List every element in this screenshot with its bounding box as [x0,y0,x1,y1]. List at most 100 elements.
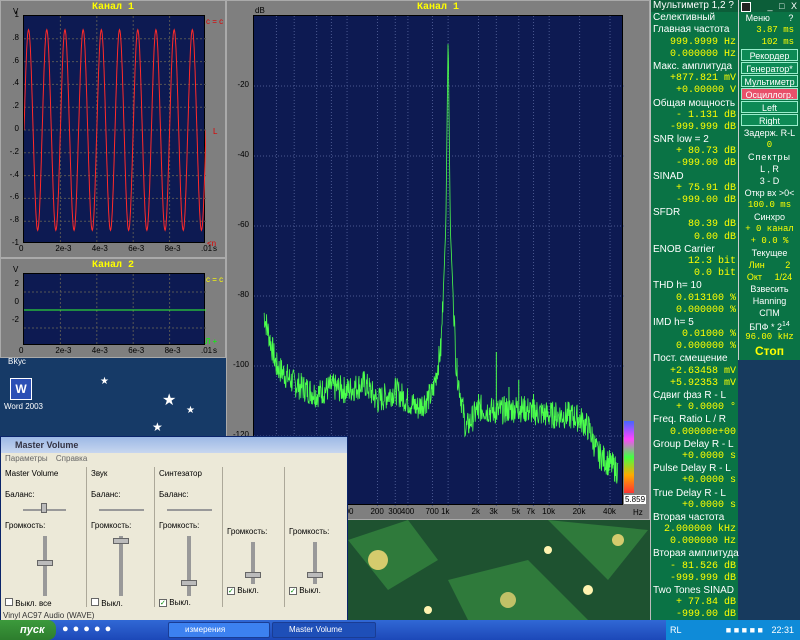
volume-slider[interactable] [245,542,261,584]
slider-thumb[interactable] [307,572,323,578]
volume-slider[interactable] [37,536,53,596]
mute-checkbox[interactable]: ✓ Выкл. [225,584,284,597]
multimeter-header[interactable]: Мультиметр 1,2 ? [651,0,738,13]
meter-value[interactable]: -999.999 dB [651,122,738,134]
channel1-right-label[interactable]: c = c [206,17,223,26]
meter-value[interactable]: 0.000000 Hz [651,536,738,548]
meter-value[interactable]: -999.999 dB [651,573,738,585]
meter-value[interactable]: + 80.73 dB [651,146,738,158]
psd-button[interactable]: СПМ [739,307,800,319]
slider-thumb[interactable] [245,572,261,578]
current-label[interactable]: Текущее [739,247,800,259]
checkbox[interactable] [5,598,13,606]
channel1-plot[interactable] [23,15,207,244]
fft-row[interactable]: БПФ * 214 [739,319,800,332]
start-button[interactable]: пуск [0,620,56,640]
meter-value[interactable]: +0.0000 s [651,475,738,487]
channel1-right-label2[interactable]: <n [207,239,216,248]
mute-all-checkbox[interactable]: Выкл. все [3,596,86,610]
spectrum-plot[interactable] [253,15,624,506]
meter-value[interactable]: 0.00000e+00 [651,427,738,439]
open-input-label[interactable]: Откр вх >0< [739,187,800,199]
meter-value[interactable]: 0.013100 % [651,293,738,305]
3d-button[interactable]: 3 - D [739,175,800,187]
spectrum-colorscale[interactable] [624,421,634,493]
meter-value[interactable]: +877.821 mV [651,73,738,85]
volume-slider[interactable] [181,536,197,596]
meter-value[interactable]: 999.9999 Hz [651,37,738,49]
meter-value[interactable]: +5.92353 mV [651,378,738,390]
slider-thumb[interactable] [181,580,197,586]
control-panel[interactable]: _ □ X Меню ? 3.87 ms 102 ms Рекордер Ген… [738,0,800,360]
slider-thumb[interactable] [37,560,53,566]
multimeter-panel[interactable]: Мультиметр 1,2 ? Селективный Главная част… [650,0,739,620]
mute-checkbox[interactable]: Выкл. [89,596,154,610]
menu-button[interactable]: Меню [746,13,770,23]
meter-value[interactable]: - 1.131 dB [651,110,738,122]
restore-button[interactable]: □ [779,1,784,11]
meter-value[interactable]: -999.00 dB [651,158,738,170]
quicklaunch-icons[interactable]: ●●●●● [62,623,162,637]
sync-percent-value[interactable]: + 0.0 % [739,235,800,247]
close-button[interactable]: X [791,1,797,11]
left-button[interactable]: Left [741,101,798,113]
weigh-button[interactable]: Взвесить [739,283,800,295]
minimize-button[interactable]: _ [768,1,773,11]
checkbox[interactable] [91,598,99,606]
mute-checkbox[interactable]: ✓ Выкл. [157,596,222,609]
lr-button[interactable]: L , R [739,163,800,175]
lin-row[interactable]: Лин 2 [739,259,800,271]
meter-value[interactable]: 12.3 bit [651,256,738,268]
master-volume-window[interactable]: Master Volume Параметры Справка Master V… [0,436,348,622]
balance-slider[interactable] [99,503,144,511]
okt-row[interactable]: Окт 1/24 [739,271,800,283]
menu-parameters[interactable]: Параметры [5,454,48,463]
checkbox-checked[interactable]: ✓ [289,587,297,595]
meter-value[interactable]: + 75.91 dB [651,183,738,195]
channel2-right-label[interactable]: c = c [206,275,223,284]
sync-label[interactable]: Синхро [739,211,800,223]
tray-icons[interactable]: ■ ■ ■ ■ ■ [726,625,763,635]
slider-thumb[interactable] [41,503,47,513]
channel2-plot[interactable] [23,273,206,346]
mute-checkbox[interactable]: ✓ Выкл. [287,584,347,597]
meter-value[interactable]: +2.63458 mV [651,366,738,378]
stop-button[interactable]: Стоп [739,343,800,359]
menu-help[interactable]: Справка [56,454,87,463]
meter-value[interactable]: -999.00 dB [651,195,738,207]
meter-value[interactable]: - 81.526 dB [651,561,738,573]
meter-value[interactable]: + 0.0000 ° [651,402,738,414]
taskbar-item-master-volume[interactable]: Master Volume [272,622,376,638]
volume-slider[interactable] [307,542,323,584]
word-icon[interactable]: W [10,378,32,400]
meter-value[interactable]: 0.00 dB [651,232,738,244]
channel2-right-label2[interactable]: Л + [205,337,217,346]
channel2-window[interactable]: Канал 2 V 2 0 -2 0 2e-3 4e-3 6e-3 8e-3.01 s c =… [0,258,226,358]
volume-slider[interactable] [113,536,129,596]
slider-thumb[interactable] [113,538,129,544]
meter-value[interactable]: 0.000000 % [651,305,738,317]
clock[interactable]: 22:31 [771,625,794,635]
meter-value[interactable]: +0.0000 s [651,451,738,463]
meter-value[interactable]: 0.000000 Hz [651,49,738,61]
multimeter-button[interactable]: Мультиметр [741,75,798,87]
meter-value[interactable]: 2.000000 kHz [651,524,738,536]
meter-value[interactable]: 0.01000 % [651,329,738,341]
meter-value[interactable]: 0.0 bit [651,268,738,280]
generator-button[interactable]: Генератор* [741,62,798,74]
taskbar-item-measurements[interactable]: измерения [168,622,270,638]
sync-channel-value[interactable]: + 0 канал [739,223,800,235]
meter-value[interactable]: +0.0000 s [651,500,738,512]
checkbox-checked[interactable]: ✓ [227,587,235,595]
right-button[interactable]: Right [741,114,798,126]
meter-value[interactable]: 80.39 dB [651,219,738,231]
balance-slider[interactable] [23,503,66,513]
help-button[interactable]: ? [788,13,793,23]
window-type-button[interactable]: Hanning [739,295,800,307]
master-volume-title[interactable]: Master Volume [1,437,347,453]
delay-value[interactable]: 0 [739,139,800,151]
balance-slider[interactable] [167,503,212,511]
checkbox-checked[interactable]: ✓ [159,599,167,607]
language-indicator[interactable]: RL [670,620,682,640]
oscilloscope-button[interactable]: Осциллогр. [741,88,798,100]
